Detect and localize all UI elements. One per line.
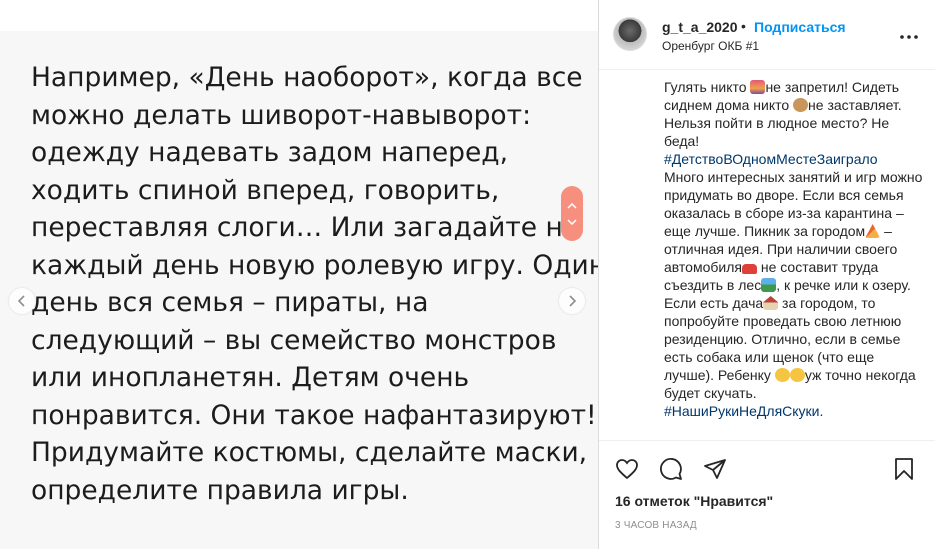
media-text-line: каждый день новую ролевую игру. Один [31, 249, 607, 281]
caption-text: . [819, 403, 824, 419]
previous-slide-button[interactable] [9, 288, 35, 314]
save-button[interactable] [892, 457, 918, 483]
media-scroll-indicator[interactable] [561, 186, 583, 241]
landscape-emoji-icon [761, 278, 777, 292]
media-text-line: переставляя слоги… Или загадайте на [31, 212, 580, 243]
media-text-line: ходить спиной вперед, говорить, [31, 174, 500, 206]
comment-icon [660, 458, 682, 480]
tent-emoji-icon [865, 224, 881, 238]
likes-count[interactable]: 16 отметок "Нравится" [615, 493, 773, 509]
more-dots-icon [900, 35, 918, 39]
heart-icon [616, 459, 638, 480]
like-button[interactable] [615, 457, 641, 483]
chevron-down-icon [567, 218, 577, 225]
media-text-line: Придумайте костюмы, сделайте маски, [31, 437, 588, 468]
header-separator: • [741, 18, 746, 34]
more-options-button[interactable] [899, 24, 919, 45]
see-no-evil-monkey-emoji-icon [793, 98, 809, 112]
post-caption: Гулять никто не запретил! Сидеть сиднем … [664, 78, 926, 436]
media-text-line: можно делать шиворот-навыворот: [31, 99, 531, 131]
location-link[interactable]: Оренбург ОКБ #1 [662, 39, 759, 53]
post-timestamp[interactable]: 3 часов назад [615, 520, 697, 531]
media-text-line: одежду надевать задом наперед, [31, 137, 509, 168]
caption-text: Гулять никто [664, 79, 751, 95]
instagram-post-modal: Например, «День наоборот», когда все мож… [0, 0, 935, 549]
avatar[interactable] [613, 17, 647, 51]
hashtag-link[interactable]: #ДетствоВОдномМестеЗаиграло [664, 151, 878, 167]
media-text-block: Например, «День наоборот», когда все мож… [31, 59, 607, 509]
house-emoji-icon [763, 296, 779, 310]
comment-button[interactable] [659, 457, 685, 483]
follow-button[interactable]: Подписаться [754, 19, 846, 35]
media-text-line: определите правила игры. [31, 474, 409, 506]
media-text-line: понравится. Они такое нафантазируют! [31, 399, 597, 431]
bookmark-icon [895, 458, 913, 480]
media-text-line: день вся семья – пираты, на [31, 287, 429, 318]
username-link[interactable]: g_t_a_2020 [662, 19, 738, 35]
car-emoji-icon [741, 264, 757, 274]
chevron-up-icon [567, 202, 577, 209]
media-text-line: Например, «День наоборот», когда все [31, 62, 583, 93]
post-actions-bar [599, 440, 935, 488]
chevron-right-icon [569, 295, 577, 307]
next-slide-button[interactable] [559, 288, 585, 314]
chevron-left-icon [17, 295, 25, 307]
send-icon [704, 459, 726, 479]
media-text-line: следующий – вы семейство монстров [31, 324, 557, 356]
post-media: Например, «День наоборот», когда все мож… [0, 31, 607, 549]
boy-emoji-icon [789, 368, 805, 382]
hashtag-link[interactable]: #НашиРукиНеДляСкуки [664, 403, 819, 419]
post-header: g_t_a_2020 • Подписаться Оренбург ОКБ #1 [599, 0, 935, 70]
share-button[interactable] [703, 457, 729, 483]
sunset-emoji-icon [750, 80, 766, 94]
girl-emoji-icon [774, 368, 790, 382]
media-text-line: или инопланетян. Детям очень [31, 362, 470, 393]
post-side-panel: g_t_a_2020 • Подписаться Оренбург ОКБ #1… [598, 0, 935, 549]
